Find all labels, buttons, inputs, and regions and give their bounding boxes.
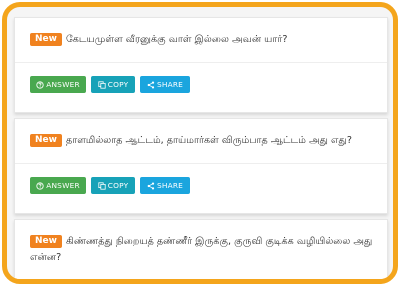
question-row: New கிண்ணத்து நிறையத் தண்ணீர் இருக்கு, கு…: [30, 234, 377, 266]
answer-label: ANSWER: [46, 80, 80, 89]
question-text: தாளமில்லாத ஆட்டம், தாய்மார்கள் விரும்பாத…: [65, 135, 352, 146]
answer-button[interactable]: ANSWER: [30, 177, 86, 194]
new-badge: New: [30, 235, 62, 248]
question-text: கிண்ணத்து நிறையத் தண்ணீர் இருக்கு, குருவ…: [30, 236, 373, 263]
share-button[interactable]: SHARE: [140, 76, 190, 93]
question-row: New கேடயமுள்ள வீரனுக்கு வாள் இல்லை அவன் ய…: [30, 32, 377, 48]
action-buttons: ANSWER COPY SHARE: [30, 177, 190, 194]
question-circle-icon: [36, 80, 44, 89]
question-text: கேடயமுள்ள வீரனுக்கு வாள் இல்லை அவன் யார்…: [65, 34, 288, 45]
question-row: New தாளமில்லாத ஆட்டம், தாய்மார்கள் விரும்…: [30, 133, 377, 149]
share-label: SHARE: [156, 181, 184, 190]
copy-label: COPY: [107, 80, 129, 89]
question-circle-icon: [36, 181, 44, 190]
card-divider: [15, 163, 387, 164]
riddle-card: New தாளமில்லாத ஆட்டம், தாய்மார்கள் விரும்…: [14, 118, 388, 214]
riddle-card: New கேடயமுள்ள வீரனுக்கு வாள் இல்லை அவன் ய…: [14, 17, 388, 113]
riddle-card: New கிண்ணத்து நிறையத் தண்ணீர் இருக்கு, கு…: [14, 219, 388, 279]
card-divider: [15, 62, 387, 63]
share-icon: [147, 80, 155, 89]
copy-icon: [98, 80, 106, 89]
share-icon: [147, 181, 155, 190]
new-badge: New: [30, 134, 62, 147]
content-frame: New கேடயமுள்ள வீரனுக்கு வாள் இல்லை அவன் ய…: [2, 2, 398, 284]
new-badge: New: [30, 33, 62, 46]
copy-button[interactable]: COPY: [91, 177, 135, 194]
copy-button[interactable]: COPY: [91, 76, 135, 93]
share-label: SHARE: [156, 80, 184, 89]
copy-icon: [98, 181, 106, 190]
answer-label: ANSWER: [46, 181, 80, 190]
share-button[interactable]: SHARE: [140, 177, 190, 194]
copy-label: COPY: [107, 181, 129, 190]
action-buttons: ANSWER COPY SHARE: [30, 76, 190, 93]
answer-button[interactable]: ANSWER: [30, 76, 86, 93]
